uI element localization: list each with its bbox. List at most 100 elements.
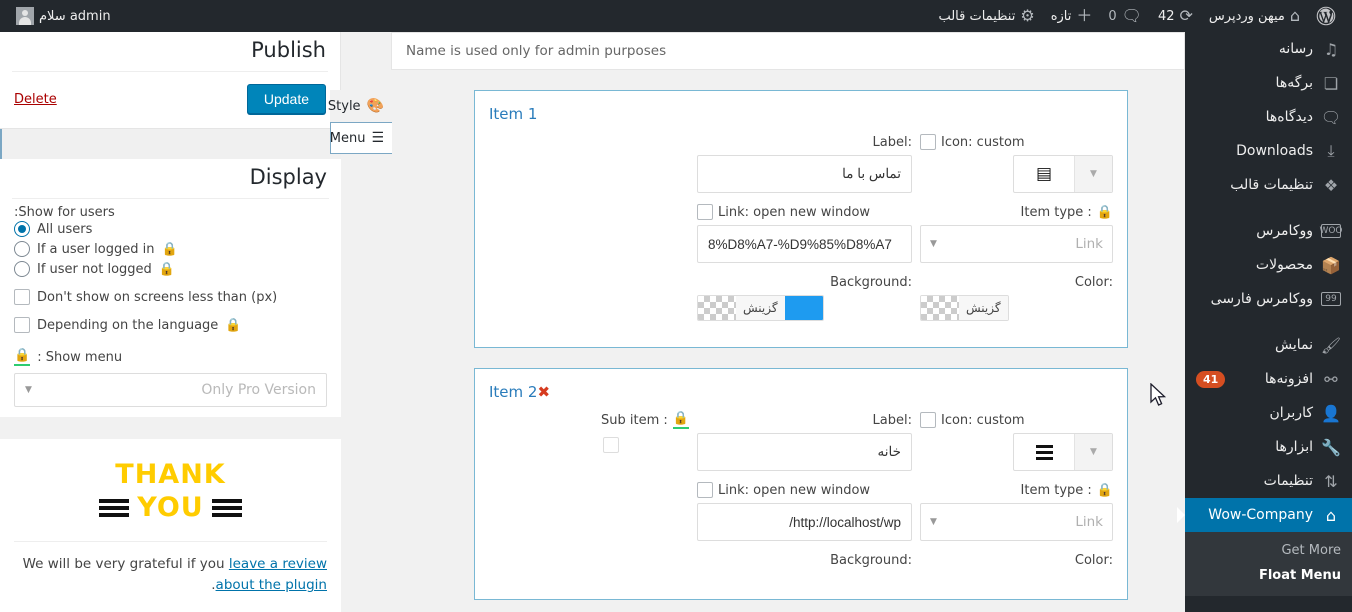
sidebar-submenu: Get More Float Menu bbox=[1185, 532, 1352, 596]
sidebar-subitem-float-menu[interactable]: Float Menu bbox=[1185, 563, 1352, 588]
sidebar-item-label: افزونه‌ها bbox=[1264, 371, 1313, 387]
checkbox-row-dont-show[interactable]: Don't show on screens less than (px) bbox=[0, 287, 341, 307]
sidebar-item-products[interactable]: 📦 محصولات bbox=[1185, 248, 1352, 282]
sidebar-item-comments[interactable]: 🗨 دیدگاه‌ها bbox=[1185, 100, 1352, 134]
icon-picker-1[interactable]: ▤ ▼ bbox=[1013, 155, 1113, 193]
sidebar-item-downloads[interactable]: ⤓ Downloads bbox=[1185, 134, 1352, 168]
sidebar-item-plugins[interactable]: ⚯ افزونه‌ها 41 bbox=[1185, 362, 1352, 396]
item-label-input-1[interactable] bbox=[697, 155, 912, 193]
sidebar-separator bbox=[1185, 316, 1352, 328]
link-new-window-checkbox-1[interactable] bbox=[697, 204, 713, 220]
chevron-down-icon[interactable]: ▼ bbox=[1074, 434, 1112, 470]
radio-not-logged[interactable] bbox=[14, 261, 30, 278]
settings-left-panel: Publish Update Delete Display Show for u… bbox=[0, 32, 341, 612]
radio-row-all-users[interactable]: All users bbox=[0, 219, 341, 239]
checkbox-row-language[interactable]: 🔒 Depending on the language bbox=[0, 315, 341, 335]
close-icon[interactable]: ✖ bbox=[537, 383, 550, 401]
background-pick-label-1[interactable]: گزینش bbox=[736, 296, 785, 320]
show-menu-select[interactable]: Only Pro Version ▼ bbox=[14, 373, 327, 408]
chevron-down-icon: ▼ bbox=[25, 385, 32, 396]
lock-icon: 🔒 bbox=[1096, 482, 1113, 498]
sidebar-item-woocommerce[interactable]: WOO ووکامرس bbox=[1185, 214, 1352, 248]
sidebar-item-tools[interactable]: 🔧 ابزارها bbox=[1185, 430, 1352, 464]
lock-icon: 🔒 bbox=[14, 348, 31, 367]
label-label-1: Label: bbox=[697, 133, 912, 151]
card-fields-2: Icon: custom ▼ Label: خانه Sub item: 🔒 … bbox=[475, 407, 1127, 599]
publish-actions: Update Delete bbox=[0, 72, 340, 128]
icon-picker-2[interactable]: ▼ bbox=[1013, 433, 1113, 471]
update-button[interactable]: Update bbox=[246, 84, 326, 115]
background-swatch-1[interactable] bbox=[784, 296, 823, 320]
adminbar-updates[interactable]: ⟳ 42 bbox=[1150, 0, 1201, 32]
comments-icon: 🗨 bbox=[1320, 107, 1342, 127]
avatar bbox=[16, 7, 34, 25]
admin-name-notice: Name is used only for admin purposes bbox=[391, 32, 1185, 70]
background-picker-1[interactable]: گزینش bbox=[697, 295, 824, 321]
adminbar-new[interactable]: ＋ تازه bbox=[1043, 0, 1101, 32]
sidebar-item-label: Downloads bbox=[1236, 143, 1313, 159]
sidebar-subitem-get-more[interactable]: Get More bbox=[1185, 538, 1352, 563]
label-color-2: Color: bbox=[920, 551, 1113, 569]
item-link-input-1[interactable] bbox=[697, 225, 912, 263]
field-icon-custom-1: Icon: custom ▤ ▼ bbox=[920, 133, 1113, 193]
review-link[interactable]: leave a review about the plugin bbox=[216, 556, 327, 593]
item-link-input-2[interactable] bbox=[697, 503, 912, 541]
new-label: تازه bbox=[1050, 8, 1072, 24]
woocommerce-fa-icon: 99 bbox=[1321, 292, 1341, 306]
adminbar-theme-settings[interactable]: ⚙ تنظیمات قالب bbox=[930, 0, 1042, 32]
thank-you-text-1: We will be very grateful if you leave a … bbox=[14, 554, 327, 596]
radio-row-not-logged[interactable]: 🔒 If user not logged bbox=[0, 259, 341, 279]
sidebar-item-woocommerce-fa[interactable]: 99 ووکامرس فارسی bbox=[1185, 282, 1352, 316]
sidebar-item-pages[interactable]: ❏ برگه‌ها bbox=[1185, 66, 1352, 100]
sidebar-item-label: ابزارها bbox=[1275, 439, 1313, 455]
radio-all-users[interactable] bbox=[14, 221, 30, 238]
item-label-input-2[interactable] bbox=[697, 433, 912, 471]
sidebar-item-appearance[interactable]: 🖌 نمایش bbox=[1185, 328, 1352, 362]
hamburger-icon: ☰ bbox=[371, 130, 384, 146]
link-new-window-checkbox-2[interactable] bbox=[697, 482, 713, 498]
label-icon-custom-1: Icon: custom bbox=[920, 133, 1113, 151]
depending-language-checkbox[interactable] bbox=[14, 317, 30, 334]
radio-row-logged-in[interactable]: 🔒 If a user logged in bbox=[0, 239, 341, 259]
color-pick-label-1[interactable]: گزینش bbox=[959, 296, 1008, 320]
color-picker-1[interactable]: گزینش bbox=[920, 295, 1009, 321]
main-content: Name is used only for admin purposes Ite… bbox=[341, 32, 1185, 612]
lock-icon: 🔒 bbox=[672, 411, 689, 429]
adminbar-site-name[interactable]: ⌂ میهن وردپرس bbox=[1201, 0, 1308, 32]
adminbar-wp-logo[interactable] bbox=[1308, 0, 1344, 32]
sidebar-item-settings[interactable]: ⇅ تنظیمات bbox=[1185, 464, 1352, 498]
dont-show-checkbox[interactable] bbox=[14, 289, 30, 306]
field-subitem-2: Sub item : 🔒 bbox=[474, 411, 689, 471]
sidebar-item-wow-company[interactable]: ⌂ Wow-Company bbox=[1185, 498, 1352, 532]
sidebar-item-theme-settings[interactable]: ❖ تنظیمات قالب bbox=[1185, 168, 1352, 202]
adminbar-left-group: سلام admin bbox=[8, 0, 119, 32]
chevron-down-icon[interactable]: ▼ bbox=[1074, 156, 1112, 192]
thank-row-2: YOU bbox=[99, 492, 242, 523]
sidebar-separator bbox=[1185, 202, 1352, 214]
item-type-select-2[interactable]: ▼ Link bbox=[920, 503, 1113, 541]
adminbar-comments[interactable]: 🗨 0 bbox=[1100, 0, 1150, 32]
label-label-2: Label: bbox=[697, 411, 912, 429]
show-menu-selected-value: Only Pro Version bbox=[201, 382, 316, 399]
adminbar-account[interactable]: سلام admin bbox=[8, 0, 119, 32]
radio-logged-in[interactable] bbox=[14, 241, 30, 258]
delete-link[interactable]: Delete bbox=[14, 92, 57, 107]
sub-item-checkbox-2[interactable] bbox=[603, 437, 619, 453]
label-color-1: Color: bbox=[920, 273, 1113, 291]
item-type-select-1[interactable]: ▼ Link bbox=[920, 225, 1113, 263]
publish-title: Publish bbox=[251, 38, 326, 62]
background-label-2: Background: bbox=[830, 552, 912, 568]
admin-sidebar: ♫ رسانه ❏ برگه‌ها 🗨 دیدگاه‌ها ⤓ Download… bbox=[1185, 32, 1352, 612]
field-icon-custom-2: Icon: custom ▼ bbox=[920, 411, 1113, 471]
field-color-2: Color: bbox=[920, 551, 1113, 573]
vertical-tabs: 🎨 Style ☰ Menu bbox=[328, 90, 392, 154]
icon-custom-checkbox-2[interactable] bbox=[920, 412, 936, 428]
tab-style[interactable]: 🎨 Style bbox=[328, 90, 392, 122]
sidebar-item-media[interactable]: ♫ رسانه bbox=[1185, 32, 1352, 66]
link-new-window-label-1: Link: open new window bbox=[718, 204, 871, 220]
display-title: Display bbox=[249, 165, 327, 190]
tab-menu[interactable]: ☰ Menu bbox=[330, 122, 392, 154]
sidebar-item-label: Wow-Company bbox=[1208, 507, 1313, 523]
sidebar-item-users[interactable]: 👤 کاربران bbox=[1185, 396, 1352, 430]
icon-custom-checkbox-1[interactable] bbox=[920, 134, 936, 150]
